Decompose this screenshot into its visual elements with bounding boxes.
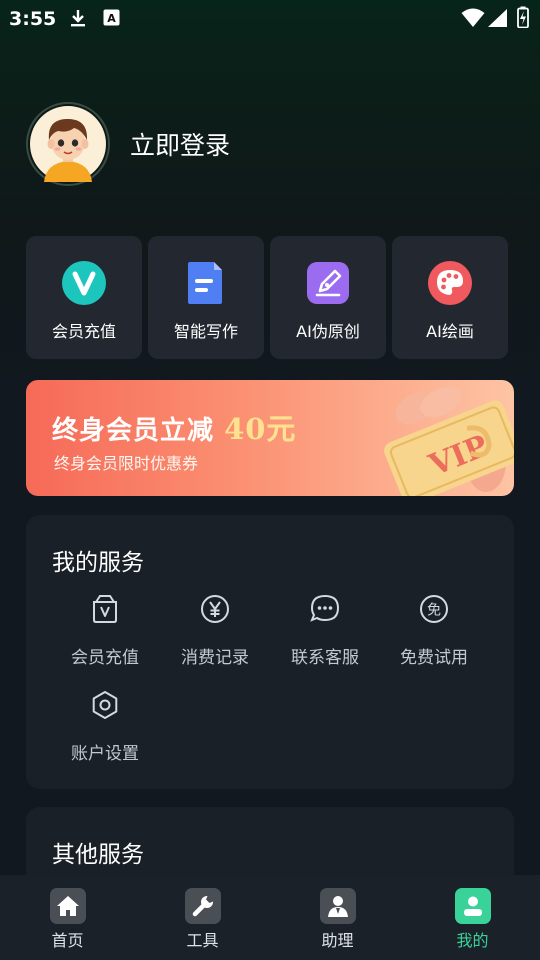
nav-label: 我的 — [456, 931, 489, 950]
service-contact-support[interactable]: 联系客服 — [270, 593, 380, 668]
banner-amount: 40元 — [224, 412, 297, 446]
vip-promo-banner[interactable]: 终身会员立减 40元 终身会员限时优惠券 VIP — [26, 380, 514, 496]
battery-icon — [517, 6, 529, 28]
assistant-icon — [319, 888, 356, 924]
service-label: 消费记录 — [181, 648, 249, 668]
signal-icon — [488, 9, 507, 27]
nav-assistant[interactable]: 助理 — [293, 875, 383, 960]
nav-home[interactable]: 首页 — [23, 875, 113, 960]
banner-title: 终身会员立减 40元 — [52, 412, 297, 446]
service-free-trial[interactable]: 免 免费试用 — [379, 593, 489, 668]
nav-label: 助理 — [321, 931, 354, 950]
pen-nib-icon — [307, 262, 349, 304]
quick-action-label: 智能写作 — [173, 322, 238, 341]
service-label: 会员充值 — [71, 648, 139, 668]
avatar-boy-icon — [30, 106, 106, 182]
wrench-icon — [184, 888, 221, 924]
service-label: 账户设置 — [71, 744, 139, 764]
nav-mine[interactable]: 我的 — [428, 875, 518, 960]
quick-action-ai-rewrite[interactable]: AI伪原创 — [270, 236, 386, 359]
my-services-card: 我的服务 会员充值 消费记录 联系客服 免 免费试用 账户设置 — [26, 515, 514, 789]
palette-icon — [428, 261, 472, 305]
svg-text:A: A — [107, 12, 116, 25]
service-vip-recharge[interactable]: 会员充值 — [50, 593, 160, 668]
bottom-navigation: 首页 工具 助理 我的 — [0, 875, 540, 960]
quick-action-label: AI绘画 — [426, 322, 474, 341]
chat-icon — [310, 594, 340, 622]
quick-action-label: 会员充值 — [51, 322, 116, 341]
quick-action-vip-recharge[interactable]: 会员充值 — [26, 236, 142, 359]
free-icon: 免 — [420, 595, 448, 623]
nav-tools[interactable]: 工具 — [158, 875, 248, 960]
other-services-title: 其他服务 — [52, 842, 144, 868]
service-consumption-records[interactable]: 消费记录 — [160, 593, 270, 668]
banner-subtitle: 终身会员限时优惠券 — [54, 454, 199, 473]
my-services-title: 我的服务 — [52, 550, 144, 576]
user-icon — [454, 888, 491, 924]
service-label: 免费试用 — [400, 648, 468, 668]
vip-bag-icon — [93, 595, 117, 623]
profile-header[interactable]: 立即登录 — [26, 102, 230, 186]
home-icon — [49, 888, 86, 924]
quick-action-label: AI伪原创 — [296, 322, 360, 341]
status-bar: 3:55 A — [0, 0, 540, 36]
download-icon — [71, 10, 85, 27]
yen-icon — [201, 595, 229, 623]
quick-action-smart-writing[interactable]: 智能写作 — [148, 236, 264, 359]
avatar[interactable] — [26, 102, 110, 186]
login-link[interactable]: 立即登录 — [130, 126, 230, 162]
wifi-icon — [461, 8, 485, 27]
document-icon — [188, 262, 222, 304]
svg-text:免: 免 — [427, 603, 441, 619]
nav-label: 首页 — [51, 931, 84, 950]
notification-icon: A — [103, 9, 120, 26]
quick-actions: 会员充值 智能写作 AI伪原创 AI绘画 — [26, 236, 508, 359]
nav-label: 工具 — [186, 931, 219, 950]
status-time: 3:55 — [9, 8, 57, 30]
service-account-settings[interactable]: 账户设置 — [50, 689, 160, 764]
quick-action-ai-painting[interactable]: AI绘画 — [392, 236, 508, 359]
vip-v-icon — [62, 261, 106, 305]
vip-ticket-icon: VIP — [384, 386, 514, 496]
settings-icon — [92, 691, 118, 719]
service-label: 联系客服 — [291, 648, 359, 668]
